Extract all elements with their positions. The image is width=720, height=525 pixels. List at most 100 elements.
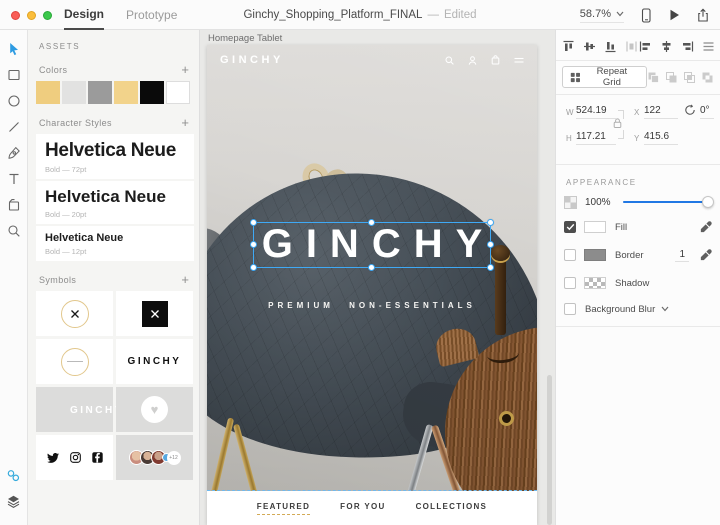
artboard-tool[interactable] bbox=[4, 195, 24, 215]
artboard-homepage-tablet[interactable]: GINCHY GINCHY PREMIUM NON-ESSENT bbox=[207, 45, 537, 525]
selection-handle[interactable] bbox=[487, 219, 494, 226]
color-swatch[interactable] bbox=[166, 81, 190, 104]
align-center-horizontal-icon[interactable] bbox=[660, 40, 673, 53]
color-swatch[interactable] bbox=[88, 81, 112, 104]
y-label: Y bbox=[634, 134, 639, 143]
symbol-avatar-stack[interactable]: +12 bbox=[116, 435, 193, 480]
boolean-exclude-icon[interactable] bbox=[701, 71, 714, 84]
align-top-icon[interactable] bbox=[562, 40, 575, 53]
device-preview-icon[interactable] bbox=[639, 8, 653, 23]
y-input[interactable]: 415.6 bbox=[644, 131, 678, 145]
minimize-window-button[interactable] bbox=[27, 11, 36, 20]
color-swatch[interactable] bbox=[62, 81, 86, 104]
share-icon[interactable] bbox=[696, 8, 710, 23]
social-icons bbox=[47, 452, 103, 463]
boolean-subtract-icon[interactable] bbox=[665, 71, 678, 84]
boolean-intersect-icon[interactable] bbox=[683, 71, 696, 84]
fullscreen-window-button[interactable] bbox=[43, 11, 52, 20]
symbol-close-square[interactable] bbox=[116, 291, 193, 336]
color-swatch[interactable] bbox=[36, 81, 60, 104]
x-label: X bbox=[634, 108, 639, 117]
hero-subtitle-text[interactable]: PREMIUM NON-ESSENTIALS bbox=[207, 301, 537, 310]
add-character-style-button[interactable]: + bbox=[181, 118, 189, 128]
color-swatch[interactable] bbox=[114, 81, 138, 104]
line-tool[interactable] bbox=[4, 117, 24, 137]
x-input[interactable]: 122 bbox=[644, 105, 678, 119]
play-icon[interactable] bbox=[668, 8, 681, 22]
tab-prototype[interactable]: Prototype bbox=[126, 0, 177, 30]
selection-handle[interactable] bbox=[487, 264, 494, 271]
width-input[interactable]: 524.19 bbox=[576, 105, 616, 119]
boolean-add-icon[interactable] bbox=[647, 71, 660, 84]
shadow-swatch[interactable] bbox=[584, 277, 606, 289]
border-checkbox[interactable] bbox=[564, 249, 576, 261]
shadow-checkbox[interactable] bbox=[564, 277, 576, 289]
symbol-social-links[interactable] bbox=[36, 435, 113, 480]
symbol-badge-circle[interactable] bbox=[36, 339, 113, 384]
zoom-tool[interactable] bbox=[4, 221, 24, 241]
site-header-icons bbox=[445, 55, 524, 65]
opacity-slider-knob[interactable] bbox=[702, 196, 714, 208]
align-left-icon[interactable] bbox=[639, 40, 652, 53]
title-separator: — bbox=[427, 9, 439, 21]
opacity-value[interactable]: 100% bbox=[585, 197, 615, 208]
zoom-level-dropdown[interactable]: 58.7% bbox=[580, 8, 624, 23]
nav-item-for-you[interactable]: FOR YOU bbox=[340, 502, 385, 514]
chevron-down-icon[interactable] bbox=[661, 306, 669, 312]
pen-tool[interactable] bbox=[4, 143, 24, 163]
selection-handle[interactable] bbox=[368, 264, 375, 271]
character-style-item[interactable]: Helvetica Neue Bold — 72pt bbox=[36, 134, 194, 179]
facebook-icon bbox=[92, 452, 103, 463]
color-swatch[interactable] bbox=[140, 81, 164, 104]
layers-panel-toggle[interactable] bbox=[4, 491, 24, 511]
eyedropper-icon[interactable] bbox=[699, 249, 712, 262]
nav-item-featured[interactable]: FEATURED bbox=[257, 502, 310, 515]
opacity-slider[interactable] bbox=[623, 196, 712, 208]
assets-panel-toggle[interactable] bbox=[4, 465, 24, 485]
ellipse-tool[interactable] bbox=[4, 91, 24, 111]
add-symbol-button[interactable]: + bbox=[181, 275, 189, 285]
site-header: GINCHY bbox=[207, 54, 537, 66]
distribute-vertical-icon[interactable] bbox=[625, 40, 638, 53]
rotation-input[interactable]: 0° bbox=[700, 105, 714, 119]
lock-aspect-toggle[interactable] bbox=[612, 116, 623, 134]
selection-handle[interactable] bbox=[250, 241, 257, 248]
align-right-icon[interactable] bbox=[681, 40, 694, 53]
wordmark-text: GINCHY bbox=[70, 405, 79, 414]
symbol-wordmark[interactable]: GINCHY bbox=[116, 339, 193, 384]
selection-handle[interactable] bbox=[250, 219, 257, 226]
height-input[interactable]: 117.21 bbox=[576, 131, 616, 145]
border-color-swatch[interactable] bbox=[584, 249, 606, 261]
background-blur-checkbox[interactable] bbox=[564, 303, 576, 315]
add-color-button[interactable]: + bbox=[181, 65, 189, 75]
fill-color-swatch[interactable] bbox=[584, 221, 606, 233]
fill-checkbox[interactable] bbox=[564, 221, 576, 233]
text-tool[interactable] bbox=[4, 169, 24, 189]
align-bottom-icon[interactable] bbox=[604, 40, 617, 53]
character-style-item[interactable]: Helvetica Neue Bold — 12pt bbox=[36, 226, 194, 261]
select-tool[interactable] bbox=[4, 39, 24, 59]
symbol-close-circle[interactable] bbox=[36, 291, 113, 336]
symbol-wordmark-inverse[interactable]: GINCHY bbox=[36, 387, 113, 432]
assets-link-icon bbox=[6, 468, 21, 483]
distribute-horizontal-icon[interactable] bbox=[702, 40, 715, 53]
repeat-grid-button[interactable]: Repeat Grid bbox=[562, 66, 647, 88]
vertical-scrollbar[interactable] bbox=[547, 375, 552, 525]
selection-handle[interactable] bbox=[250, 264, 257, 271]
tab-design[interactable]: Design bbox=[64, 0, 104, 30]
close-window-button[interactable] bbox=[11, 11, 20, 20]
selection-handle[interactable] bbox=[368, 219, 375, 226]
align-middle-vertical-icon[interactable] bbox=[583, 40, 596, 53]
canvas-area[interactable]: Homepage Tablet bbox=[200, 30, 555, 525]
selection-handle[interactable] bbox=[487, 241, 494, 248]
repeat-grid-row: Repeat Grid bbox=[562, 65, 714, 89]
chevron-down-icon bbox=[616, 11, 624, 17]
symbol-heart-button[interactable]: ♥ bbox=[116, 387, 193, 432]
eyedropper-icon[interactable] bbox=[699, 221, 712, 234]
character-style-item[interactable]: Helvetica Neue Bold — 20pt bbox=[36, 181, 194, 224]
selection-bounding-box[interactable] bbox=[253, 222, 491, 268]
nav-item-collections[interactable]: COLLECTIONS bbox=[416, 502, 488, 514]
border-width-input[interactable]: 1 bbox=[675, 249, 689, 262]
rectangle-tool[interactable] bbox=[4, 65, 24, 85]
artboard-label[interactable]: Homepage Tablet bbox=[208, 33, 282, 44]
